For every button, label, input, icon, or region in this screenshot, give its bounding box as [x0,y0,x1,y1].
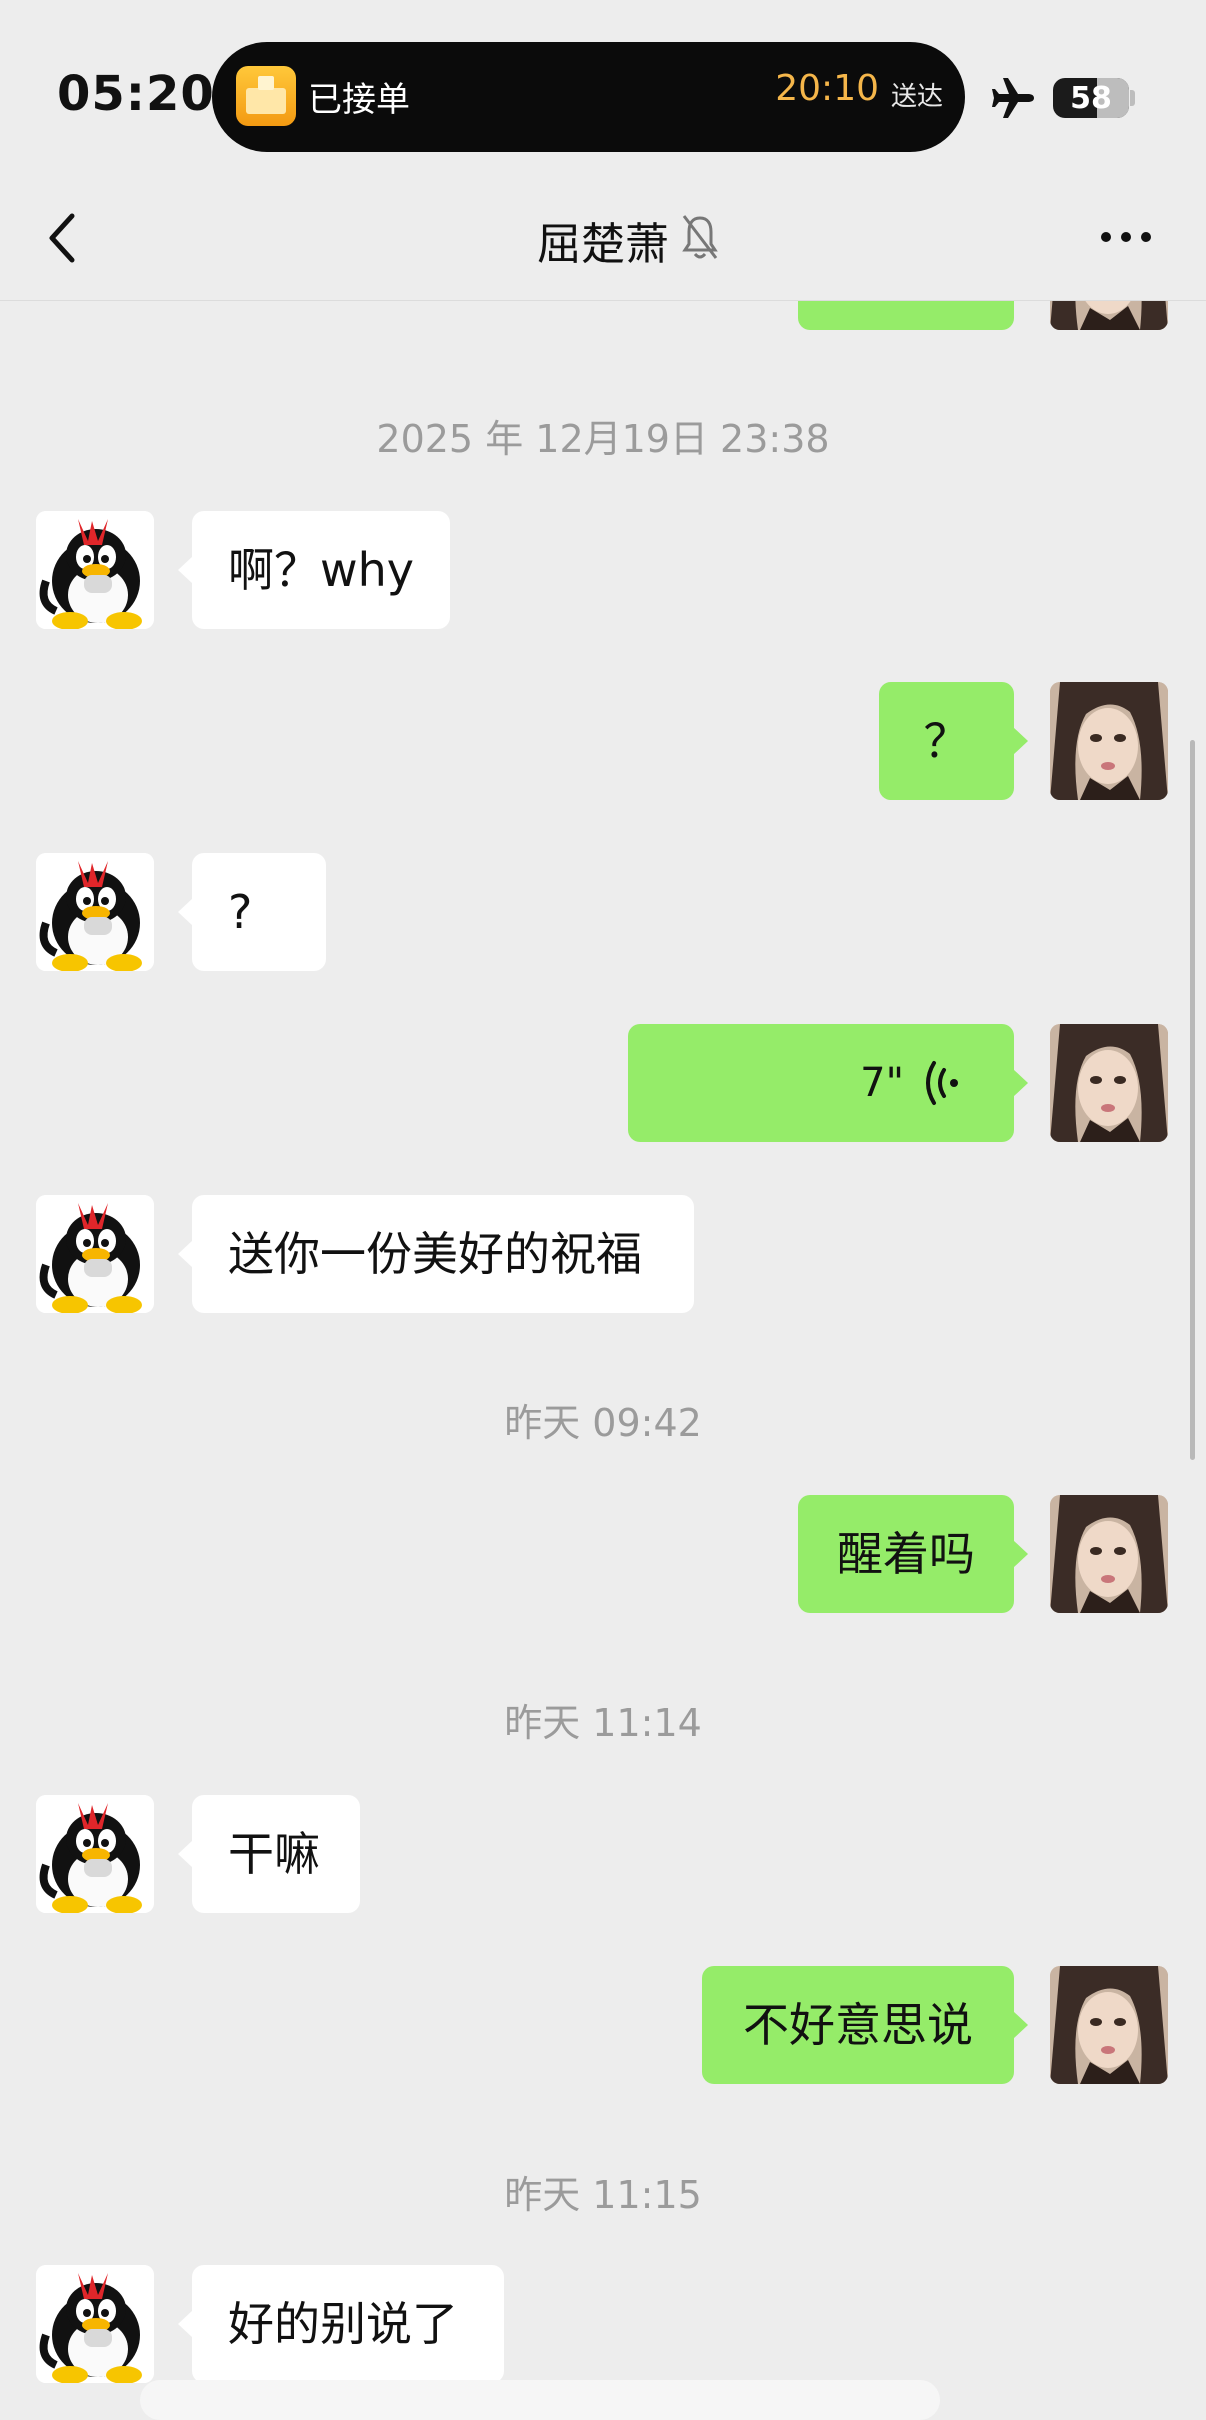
airplane-icon [992,78,1034,118]
bottom-input-edge [140,2380,940,2420]
battery-level: 58 [1070,81,1112,116]
island-label: 已接单 [308,80,410,120]
timestamp: 2025 年 12月19日 23:38 [376,417,830,461]
avatar-contact[interactable] [36,1795,154,1913]
battery-icon: 58 [1053,78,1129,118]
chat-title: 屈楚萧 [537,219,669,270]
message-bubble-sent[interactable]: 醒着吗 [798,1495,1028,1613]
timestamp: 昨天 09:42 [504,1401,702,1445]
scrollbar[interactable] [1190,740,1195,1460]
order-box-icon [236,66,296,126]
voice-wave-icon [926,1061,958,1105]
voice-duration: 7" [860,1060,904,1106]
message-bubble-received[interactable]: 送你一份美好的祝福 [178,1195,694,1313]
avatar-contact[interactable] [36,2265,154,2383]
voice-message-bubble[interactable]: 7" [628,1024,1028,1142]
message-bubble-sent[interactable]: ？ [879,682,1028,800]
island-delivery-suffix: 送达 [890,82,943,112]
avatar-self[interactable] [1050,1966,1168,2084]
message-bubble-sent[interactable]: 不好意思说 [702,1966,1028,2084]
avatar-self[interactable] [1050,1495,1168,1613]
avatar-self[interactable] [1050,1024,1168,1142]
timestamp: 昨天 11:14 [504,1701,702,1745]
message-bubble-received[interactable]: ? [178,853,326,971]
avatar-contact[interactable] [36,511,154,629]
more-dots-icon[interactable] [1096,222,1156,252]
battery-tip [1130,90,1135,106]
status-time: 05:20 [57,66,215,122]
nav-bar: 屈楚萧 [0,176,1206,301]
timestamp: 昨天 11:15 [504,2173,702,2217]
live-activity-island[interactable]: 已接单 20:10 送达 [212,42,965,152]
message-bubble-received[interactable]: 好的别说了 [178,2265,504,2383]
message-bubble-received[interactable]: 啊？why [178,511,450,629]
message-bubble-received[interactable]: 干嘛 [178,1795,360,1913]
avatar-contact[interactable] [36,1195,154,1313]
mute-bell-icon [682,215,718,259]
avatar-contact[interactable] [36,853,154,971]
island-delivery-time: 20:10 [775,68,879,109]
avatar-self[interactable] [1050,682,1168,800]
